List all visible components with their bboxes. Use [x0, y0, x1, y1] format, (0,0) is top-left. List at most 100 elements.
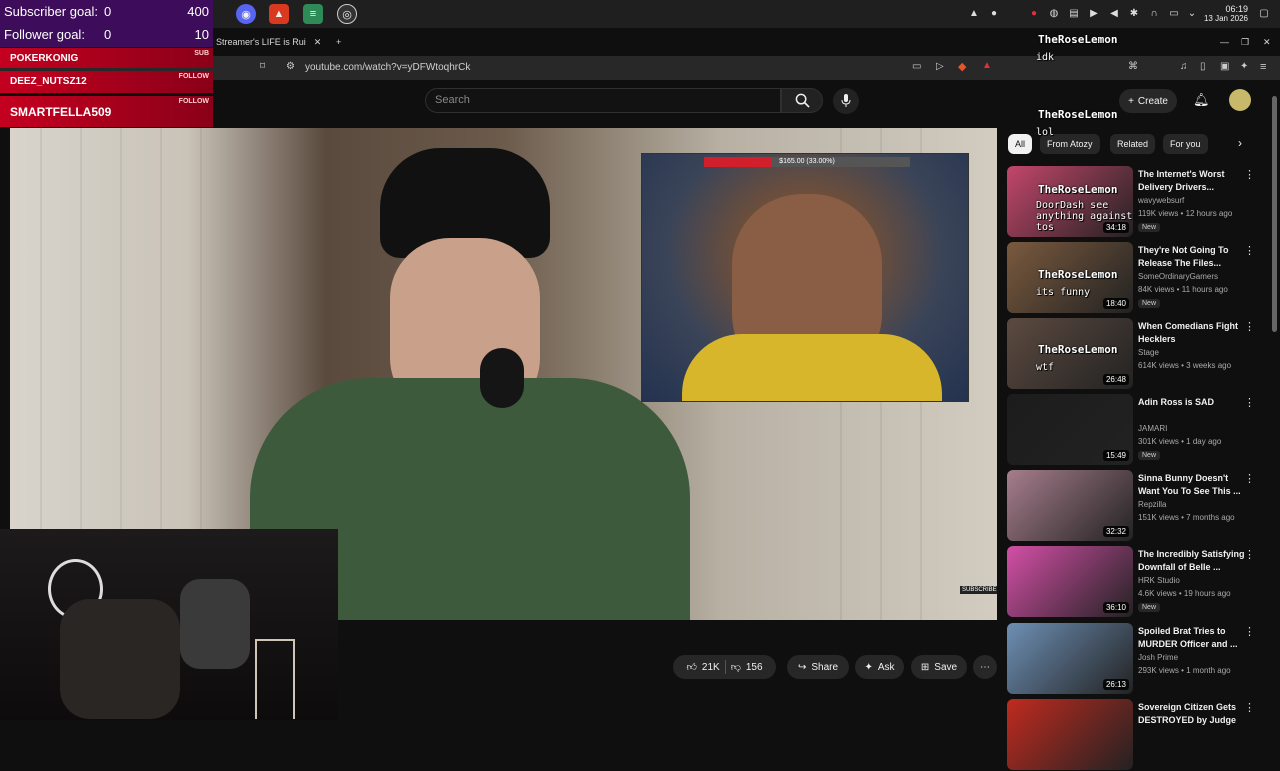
avatar[interactable] — [1229, 89, 1251, 111]
steam-icon[interactable]: ◍ — [1048, 8, 1060, 20]
video-title[interactable]: When Comedians Fight Hecklers — [1138, 320, 1248, 346]
more-options-icon[interactable]: ⋮ — [1244, 396, 1255, 409]
channel-name[interactable]: HRK Studio — [1138, 576, 1180, 585]
system-clock: 06:19 13 Jan 2026 — [1204, 4, 1248, 24]
video-duration: 26:13 — [1102, 679, 1129, 690]
screen-icon[interactable]: ▭ — [912, 61, 921, 72]
obs-taskbar-icon[interactable]: ◎ — [337, 4, 357, 24]
voice-search-button[interactable] — [833, 88, 859, 114]
video-title[interactable]: Spoiled Brat Tries to MURDER Officer and… — [1138, 625, 1248, 651]
video-thumbnail[interactable]: 15:49 — [1007, 394, 1133, 465]
video-thumbnail[interactable] — [1007, 699, 1133, 770]
notifications-bell-icon[interactable]: 🔔︎ — [1193, 92, 1210, 108]
new-tab-button[interactable]: + — [336, 33, 341, 51]
more-options-icon[interactable]: ⋮ — [1244, 320, 1255, 333]
brightness-icon[interactable]: ✱ — [1128, 8, 1140, 20]
video-title[interactable]: They're Not Going To Release The Files..… — [1138, 244, 1248, 270]
extensions-icon[interactable]: ⌘ — [1128, 61, 1138, 72]
record-icon[interactable]: ● — [1028, 8, 1040, 20]
video-title[interactable]: Sinna Bunny Doesn't Want You To See This… — [1138, 472, 1248, 498]
channel-name[interactable]: Josh Prime — [1138, 653, 1178, 662]
maximize-icon[interactable]: ❐ — [1241, 33, 1249, 51]
site-info-icon[interactable]: ⚙ — [286, 61, 295, 72]
browser-tab[interactable]: Streamer's LIFE is Rui ✕ — [216, 33, 326, 51]
minimize-icon[interactable]: — — [1220, 33, 1229, 51]
discord-taskbar-icon[interactable]: ◉ — [236, 4, 256, 24]
close-tab-icon[interactable]: ✕ — [314, 37, 322, 48]
wallet-icon[interactable]: ▣ — [1220, 61, 1229, 72]
alert-follow: DEEZ_NUTSZ12 FOLLOW — [0, 71, 213, 93]
channel-name[interactable]: Repzilla — [1138, 500, 1166, 509]
follower-goal-current: 0 — [104, 27, 112, 42]
search-button[interactable] — [781, 88, 823, 113]
clipboard-icon[interactable]: ▤ — [1068, 8, 1080, 20]
like-count[interactable]: 21K — [702, 662, 720, 673]
headphones-icon[interactable]: ∩ — [1148, 8, 1160, 20]
video-title[interactable]: The Internet's Worst Delivery Drivers... — [1138, 168, 1248, 194]
layers-taskbar-icon[interactable]: ≡ — [303, 4, 323, 24]
chevron-right-icon[interactable]: › — [1238, 136, 1242, 150]
menu-icon[interactable]: ≡ — [1260, 61, 1266, 73]
save-button[interactable]: ⊞ Save — [911, 655, 967, 679]
warning-icon[interactable]: ▲ — [968, 8, 980, 20]
chevron-down-icon[interactable]: ⌄ — [1186, 8, 1198, 20]
more-options-icon[interactable]: ⋮ — [1244, 548, 1255, 561]
recommended-video[interactable]: 26:13 Spoiled Brat Tries to MURDER Office… — [1007, 623, 1269, 695]
tab-title: Streamer's LIFE is Rui — [216, 37, 306, 47]
brave-rewards-icon[interactable]: ▲ — [982, 60, 992, 71]
chip-related[interactable]: Related — [1110, 134, 1156, 154]
video-title[interactable]: Sovereign Citizen Gets DESTROYED by Judg… — [1138, 701, 1248, 727]
channel-name[interactable]: SomeOrdinaryGamers — [1138, 272, 1218, 281]
cast-icon[interactable]: ▷ — [936, 61, 944, 72]
more-options-icon[interactable]: ⋮ — [1244, 244, 1255, 257]
more-icon: ⋯ — [980, 661, 990, 673]
recommended-video[interactable]: 36:10 The Incredibly Satisfying Downfall … — [1007, 546, 1269, 618]
video-thumbnail[interactable]: 32:32 — [1007, 470, 1133, 541]
thumbs-up-icon[interactable]: 👍︎ — [686, 661, 696, 673]
chat-message: wtf — [1036, 362, 1055, 373]
recommended-video[interactable]: Sovereign Citizen Gets DESTROYED by Judg… — [1007, 699, 1269, 771]
more-actions-button[interactable]: ⋯ — [973, 655, 997, 679]
play-icon[interactable]: ▶ — [1088, 8, 1100, 20]
url-field[interactable]: youtube.com/watch?v=yDFWtoqhrCk — [305, 62, 470, 73]
sidebar-scrollbar[interactable] — [1272, 96, 1277, 332]
more-options-icon[interactable]: ⋮ — [1244, 168, 1255, 181]
channel-name[interactable]: JAMARI — [1138, 424, 1167, 433]
notifications-icon[interactable]: ▢ — [1258, 8, 1270, 20]
leo-icon[interactable]: ✦ — [1240, 61, 1248, 72]
brave-shield-icon[interactable]: ◆ — [958, 60, 966, 73]
create-button[interactable]: + Create — [1119, 89, 1177, 113]
video-title[interactable]: Adin Ross is SAD — [1138, 396, 1248, 409]
media-icon[interactable]: ♫ — [1180, 61, 1188, 72]
search-input[interactable]: Search — [425, 88, 781, 113]
thumbs-down-icon[interactable]: 👎︎ — [731, 661, 741, 673]
discord-tray-icon[interactable]: ● — [988, 8, 1000, 20]
sidebar-icon[interactable]: ▯ — [1200, 61, 1206, 72]
recommended-video[interactable]: 32:32 Sinna Bunny Doesn't Want You To See… — [1007, 470, 1269, 542]
ask-button[interactable]: ✦ Ask — [855, 655, 904, 679]
person-shape — [180, 579, 250, 669]
more-options-icon[interactable]: ⋮ — [1244, 625, 1255, 638]
volume-icon[interactable]: ◀ — [1108, 8, 1120, 20]
channel-name[interactable]: wavywebsurf — [1138, 196, 1184, 205]
chip-for-you[interactable]: For you — [1163, 134, 1208, 154]
subscribe-watermark[interactable]: SUBSCRIBE — [960, 586, 997, 594]
search-icon — [795, 93, 810, 108]
video-thumbnail[interactable]: 36:10 — [1007, 546, 1133, 617]
video-thumbnail[interactable]: 26:13 — [1007, 623, 1133, 694]
video-title[interactable]: The Incredibly Satisfying Downfall of Be… — [1138, 548, 1248, 574]
brave-taskbar-icon[interactable]: ▲ — [269, 4, 289, 24]
share-button[interactable]: ↪ Share — [787, 655, 849, 679]
chat-user: TheRoseLemon — [1038, 183, 1118, 196]
video-meta: 301K views • 1 day ago — [1138, 437, 1222, 446]
subscriber-goal-label: Subscriber goal: — [4, 4, 98, 19]
display-icon[interactable]: ▭ — [1168, 8, 1180, 20]
chip-all[interactable]: All — [1008, 134, 1033, 154]
bookmark-icon[interactable]: ⌑ — [260, 61, 265, 72]
close-window-icon[interactable]: ✕ — [1263, 33, 1271, 51]
more-options-icon[interactable]: ⋮ — [1244, 472, 1255, 485]
channel-name[interactable]: Stage — [1138, 348, 1159, 357]
recommended-video[interactable]: 15:49 Adin Ross is SAD JAMARI 301K views • … — [1007, 394, 1269, 466]
more-options-icon[interactable]: ⋮ — [1244, 701, 1255, 714]
dislike-count[interactable]: 156 — [746, 662, 763, 673]
